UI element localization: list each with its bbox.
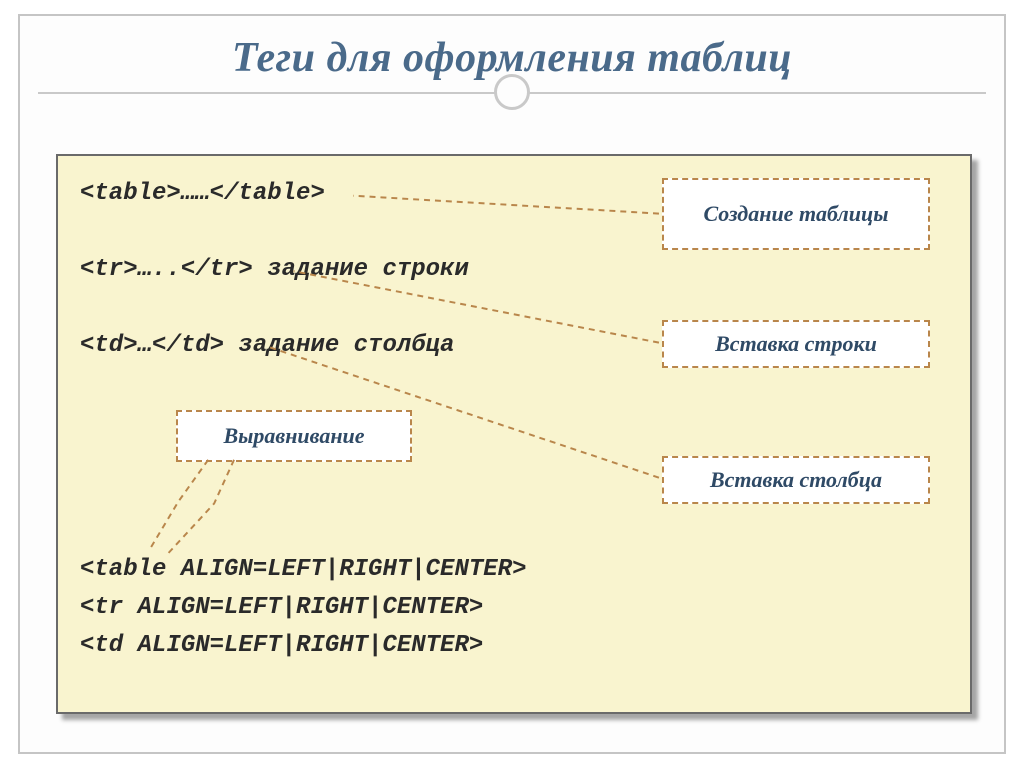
code-line-table: <table>……</table>: [80, 180, 325, 207]
callout-alignment: Выравнивание: [176, 410, 412, 462]
title-divider: [20, 92, 1004, 120]
content-panel: <table>……</table> <tr>…..</tr> задание с…: [56, 154, 972, 714]
code-line-align-tr: <tr ALIGN=LEFT|RIGHT|CENTER>: [80, 594, 483, 621]
slide-frame: Теги для оформления таблиц <table>……</ta…: [18, 14, 1006, 754]
callout-create-table: Создание таблицы: [662, 178, 930, 250]
callout-insert-col: Вставка столбца: [662, 456, 930, 504]
code-line-align-table: <table ALIGN=LEFT|RIGHT|CENTER>: [80, 556, 526, 583]
code-line-td: <td>…</td> задание столбца: [80, 332, 454, 359]
code-line-tr: <tr>…..</tr> задание строки: [80, 256, 469, 283]
callout-insert-row: Вставка строки: [662, 320, 930, 368]
divider-circle-icon: [494, 74, 530, 110]
code-line-align-td: <td ALIGN=LEFT|RIGHT|CENTER>: [80, 632, 483, 659]
